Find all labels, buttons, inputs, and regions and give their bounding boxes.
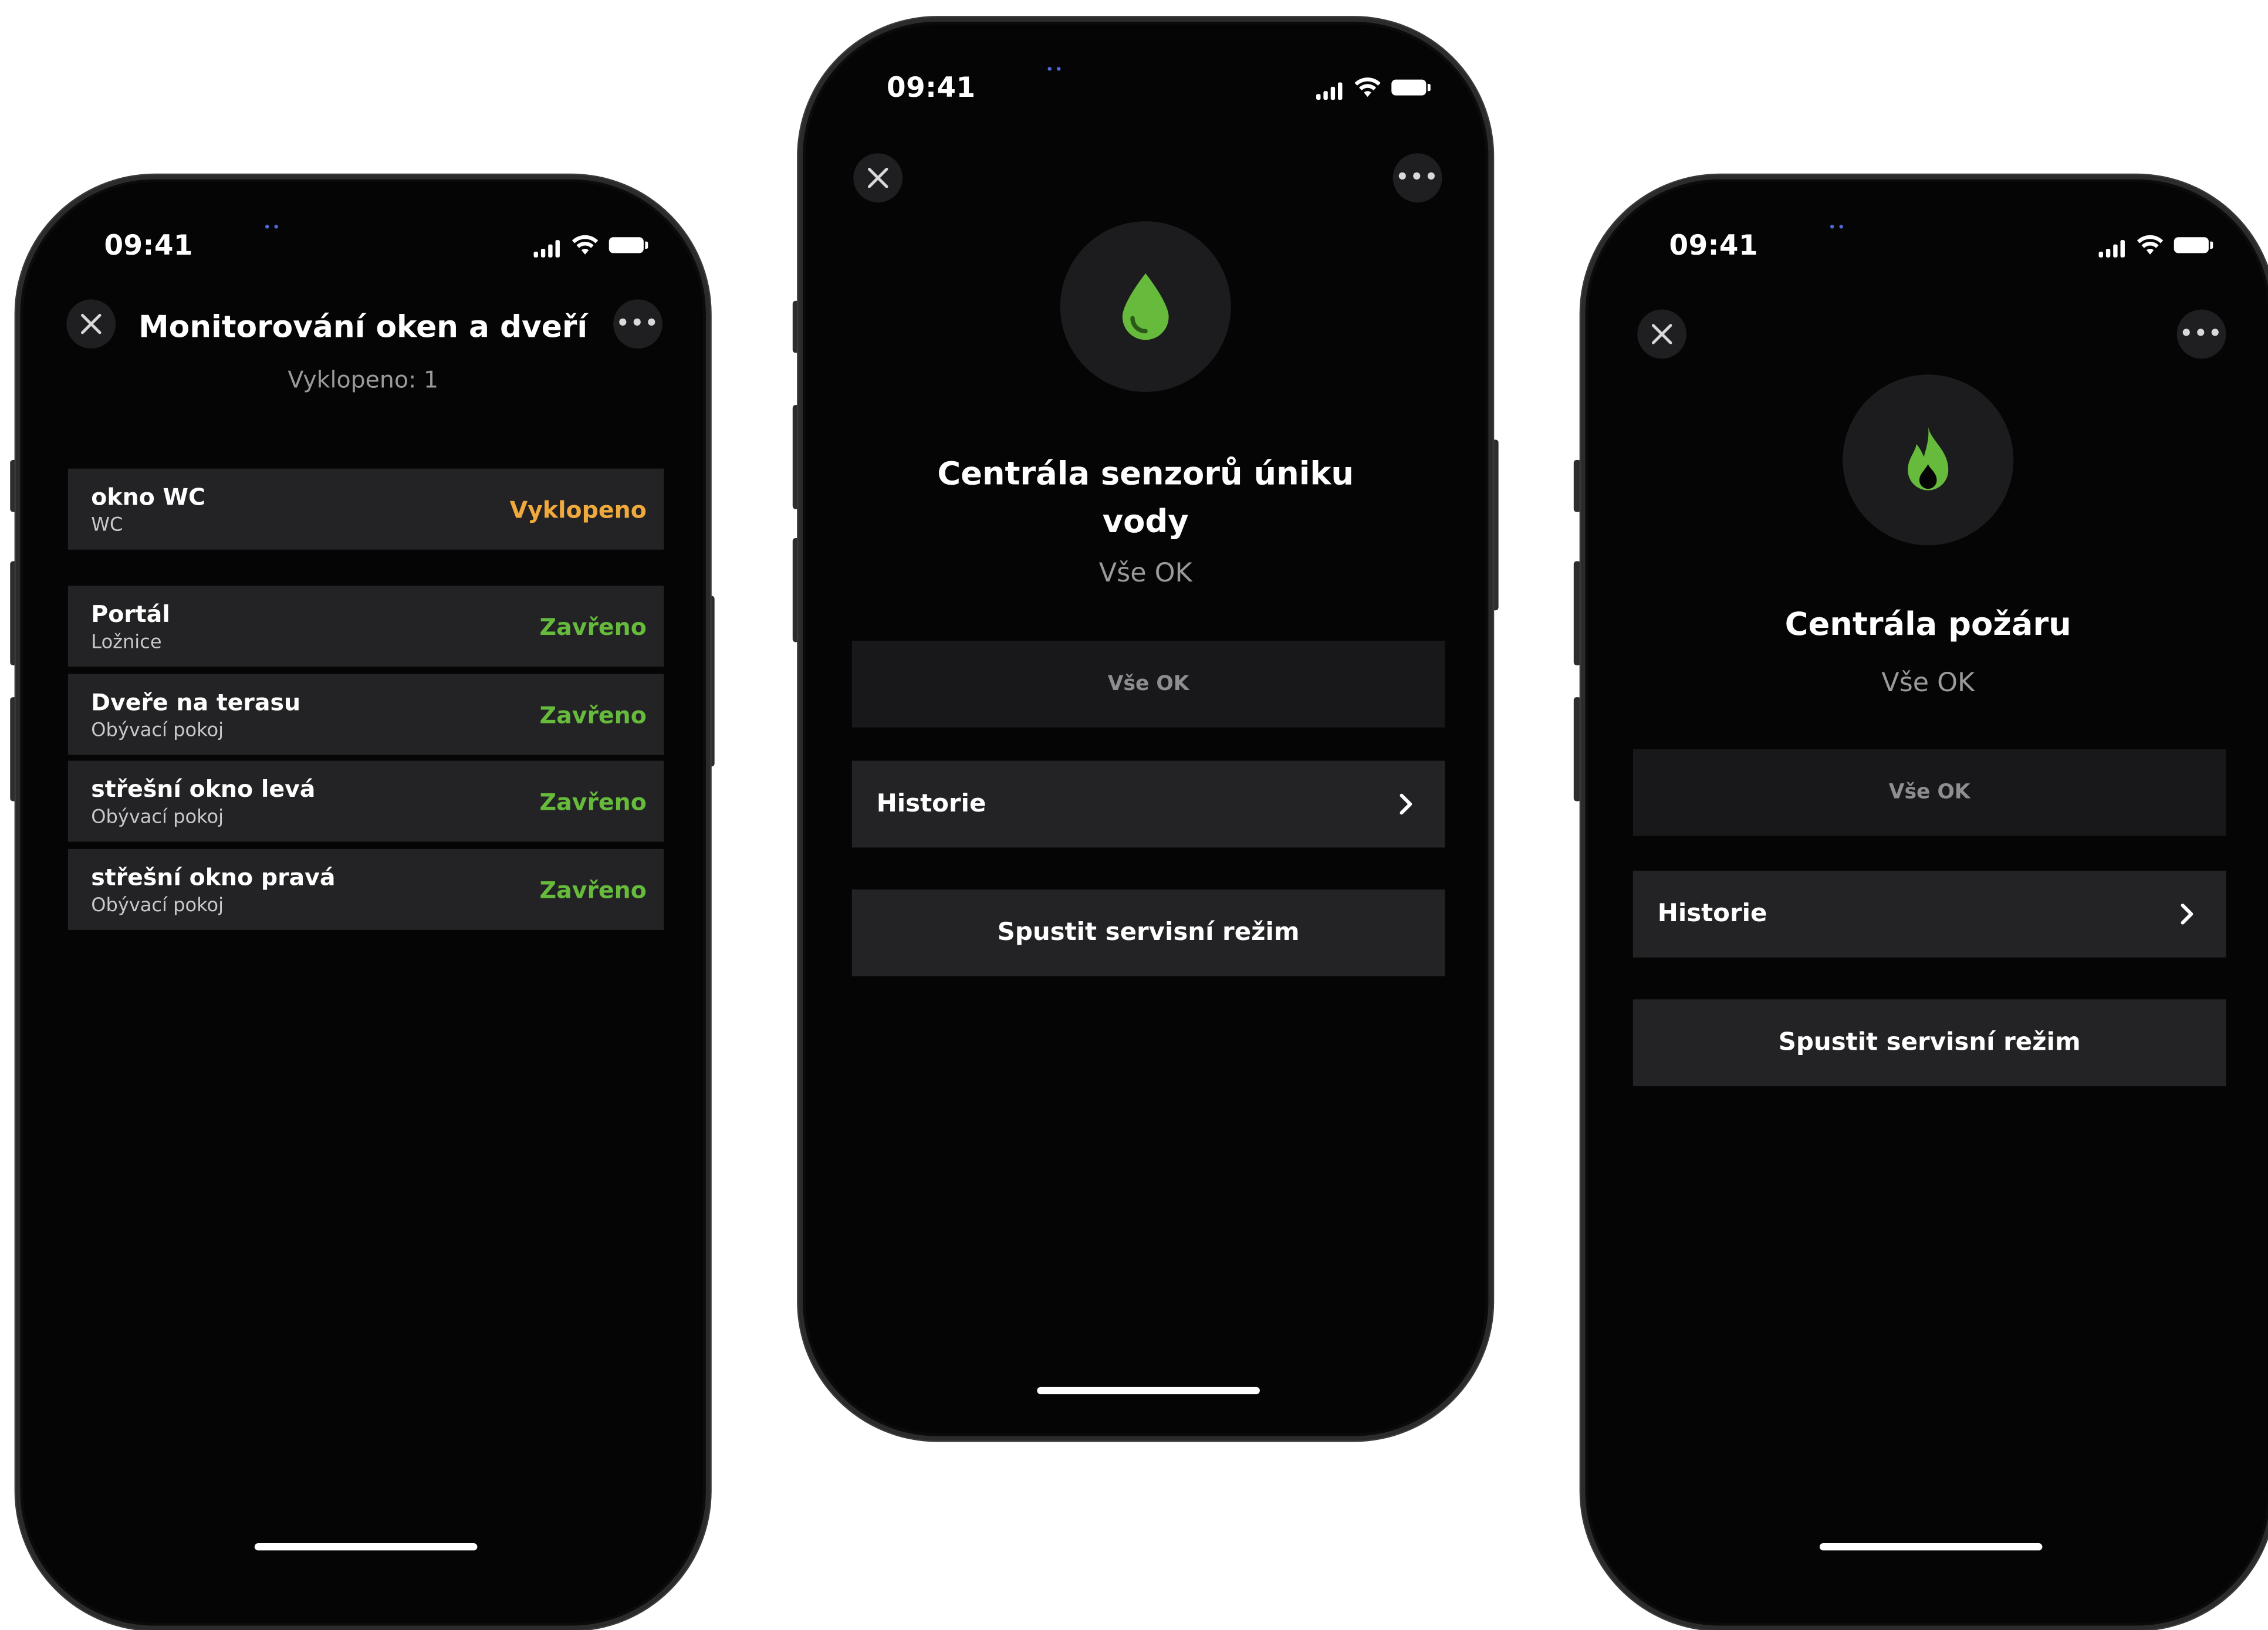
item-name: okno WC bbox=[91, 482, 205, 510]
signal-icon bbox=[533, 239, 560, 258]
device-title-line1: Centrála senzorů úniku bbox=[937, 456, 1354, 493]
more-icon: ••• bbox=[2179, 322, 2223, 346]
close-icon bbox=[1651, 324, 1672, 344]
phone3-action-button bbox=[1573, 459, 1581, 512]
history-button[interactable]: Historie bbox=[851, 760, 1445, 848]
close-button[interactable] bbox=[1637, 309, 1687, 359]
service-mode-button[interactable]: Spustit servisní režim bbox=[1632, 999, 2226, 1087]
device-status: Vše OK bbox=[1098, 558, 1192, 589]
camera-dots: •• bbox=[1828, 221, 1847, 236]
item-status: Vyklopeno bbox=[509, 495, 647, 523]
battery-icon bbox=[609, 237, 648, 253]
home-indicator[interactable] bbox=[254, 1543, 478, 1551]
signal-icon bbox=[2098, 239, 2125, 258]
phone-window-door-monitor: 09:41 •• ••• Monitorování oken a dveří V… bbox=[16, 175, 711, 1630]
service-mode-label: Spustit servisní režim bbox=[1778, 1028, 2081, 1057]
status-bar: 09:41 •• bbox=[803, 63, 1488, 123]
phone3-volume-up-button bbox=[1573, 561, 1581, 665]
item-name: Dveře na terasu bbox=[91, 688, 301, 715]
chevron-right-icon bbox=[1400, 793, 1412, 815]
home-indicator[interactable] bbox=[1819, 1543, 2043, 1551]
device-title: Centrála požáru bbox=[1784, 607, 2071, 644]
service-mode-button[interactable]: Spustit servisní režim bbox=[851, 889, 1445, 976]
more-button[interactable]: ••• bbox=[2176, 309, 2226, 359]
status-time: 09:41 bbox=[104, 229, 194, 262]
battery-icon bbox=[2174, 237, 2213, 253]
item-status: Zavřeno bbox=[539, 701, 647, 729]
item-room: Ložnice bbox=[91, 631, 162, 653]
device-icon-circle bbox=[1843, 374, 2014, 546]
item-name: Portál bbox=[91, 599, 170, 627]
flame-icon bbox=[1908, 427, 1949, 491]
list-item[interactable]: střešní okno pravá Obývací pokoj Zavřeno bbox=[67, 848, 664, 930]
water-drop-icon bbox=[1122, 273, 1169, 340]
list-item[interactable]: okno WC WC Vyklopeno bbox=[67, 468, 664, 550]
device-title-line2: vody bbox=[1102, 505, 1189, 541]
item-status: Zavřeno bbox=[539, 787, 647, 815]
item-status: Zavřeno bbox=[539, 875, 647, 904]
close-button[interactable] bbox=[853, 153, 903, 203]
status-time: 09:41 bbox=[886, 72, 976, 104]
item-room: Obývací pokoj bbox=[91, 894, 224, 917]
history-button[interactable]: Historie bbox=[1632, 870, 2226, 958]
device-icon-circle bbox=[1060, 221, 1231, 392]
item-name: střešní okno levá bbox=[91, 774, 316, 802]
item-room: Obývací pokoj bbox=[91, 719, 224, 742]
wifi-icon bbox=[2137, 235, 2164, 255]
more-button[interactable]: ••• bbox=[1392, 153, 1442, 203]
device-title: Centrála senzorů úniku vody bbox=[803, 451, 1488, 547]
page-title: Monitorování oken a dveří bbox=[138, 309, 588, 344]
status-bar: 09:41 •• bbox=[1586, 221, 2268, 281]
phone3-volume-down-button bbox=[1573, 697, 1581, 802]
list-item[interactable]: Portál Ložnice Zavřeno bbox=[67, 586, 664, 667]
service-mode-label: Spustit servisní režim bbox=[997, 918, 1300, 948]
camera-dots: •• bbox=[263, 221, 282, 236]
list-item[interactable]: Dveře na terasu Obývací pokoj Zavřeno bbox=[67, 674, 664, 755]
item-room: WC bbox=[91, 514, 123, 536]
list-item[interactable]: střešní okno levá Obývací pokoj Zavřeno bbox=[67, 760, 664, 842]
page-subtitle: Vyklopeno: 1 bbox=[288, 366, 438, 394]
more-icon: ••• bbox=[1395, 166, 1439, 190]
wifi-icon bbox=[572, 235, 599, 255]
close-icon bbox=[867, 167, 888, 188]
item-room: Obývací pokoj bbox=[91, 806, 224, 828]
status-time: 09:41 bbox=[1669, 229, 1759, 262]
status-panel: Vše OK bbox=[1632, 749, 2226, 836]
item-name: střešní okno pravá bbox=[91, 863, 336, 891]
signal-icon bbox=[1316, 81, 1343, 100]
status-bar: 09:41 •• bbox=[21, 221, 706, 281]
phone-fire-hub: 09:41 •• ••• Centrála požáru Vše OK Vše … bbox=[1581, 175, 2268, 1630]
wifi-icon bbox=[1354, 77, 1381, 97]
status-panel: Vše OK bbox=[851, 640, 1445, 728]
history-label: Historie bbox=[876, 789, 986, 819]
camera-dots: •• bbox=[1046, 63, 1064, 79]
history-label: Historie bbox=[1657, 899, 1767, 929]
stage: 09:41 •• ••• Monitorování oken a dveří V… bbox=[0, 0, 2268, 1630]
item-status: Zavřeno bbox=[539, 612, 647, 640]
device-status: Vše OK bbox=[1881, 668, 1975, 699]
phone-water-leak-hub: 09:41 •• ••• Centrála senzorů úniku vody… bbox=[798, 17, 1493, 1441]
home-indicator[interactable] bbox=[1037, 1386, 1260, 1395]
chevron-right-icon bbox=[2181, 904, 2193, 925]
battery-icon bbox=[1391, 79, 1431, 96]
